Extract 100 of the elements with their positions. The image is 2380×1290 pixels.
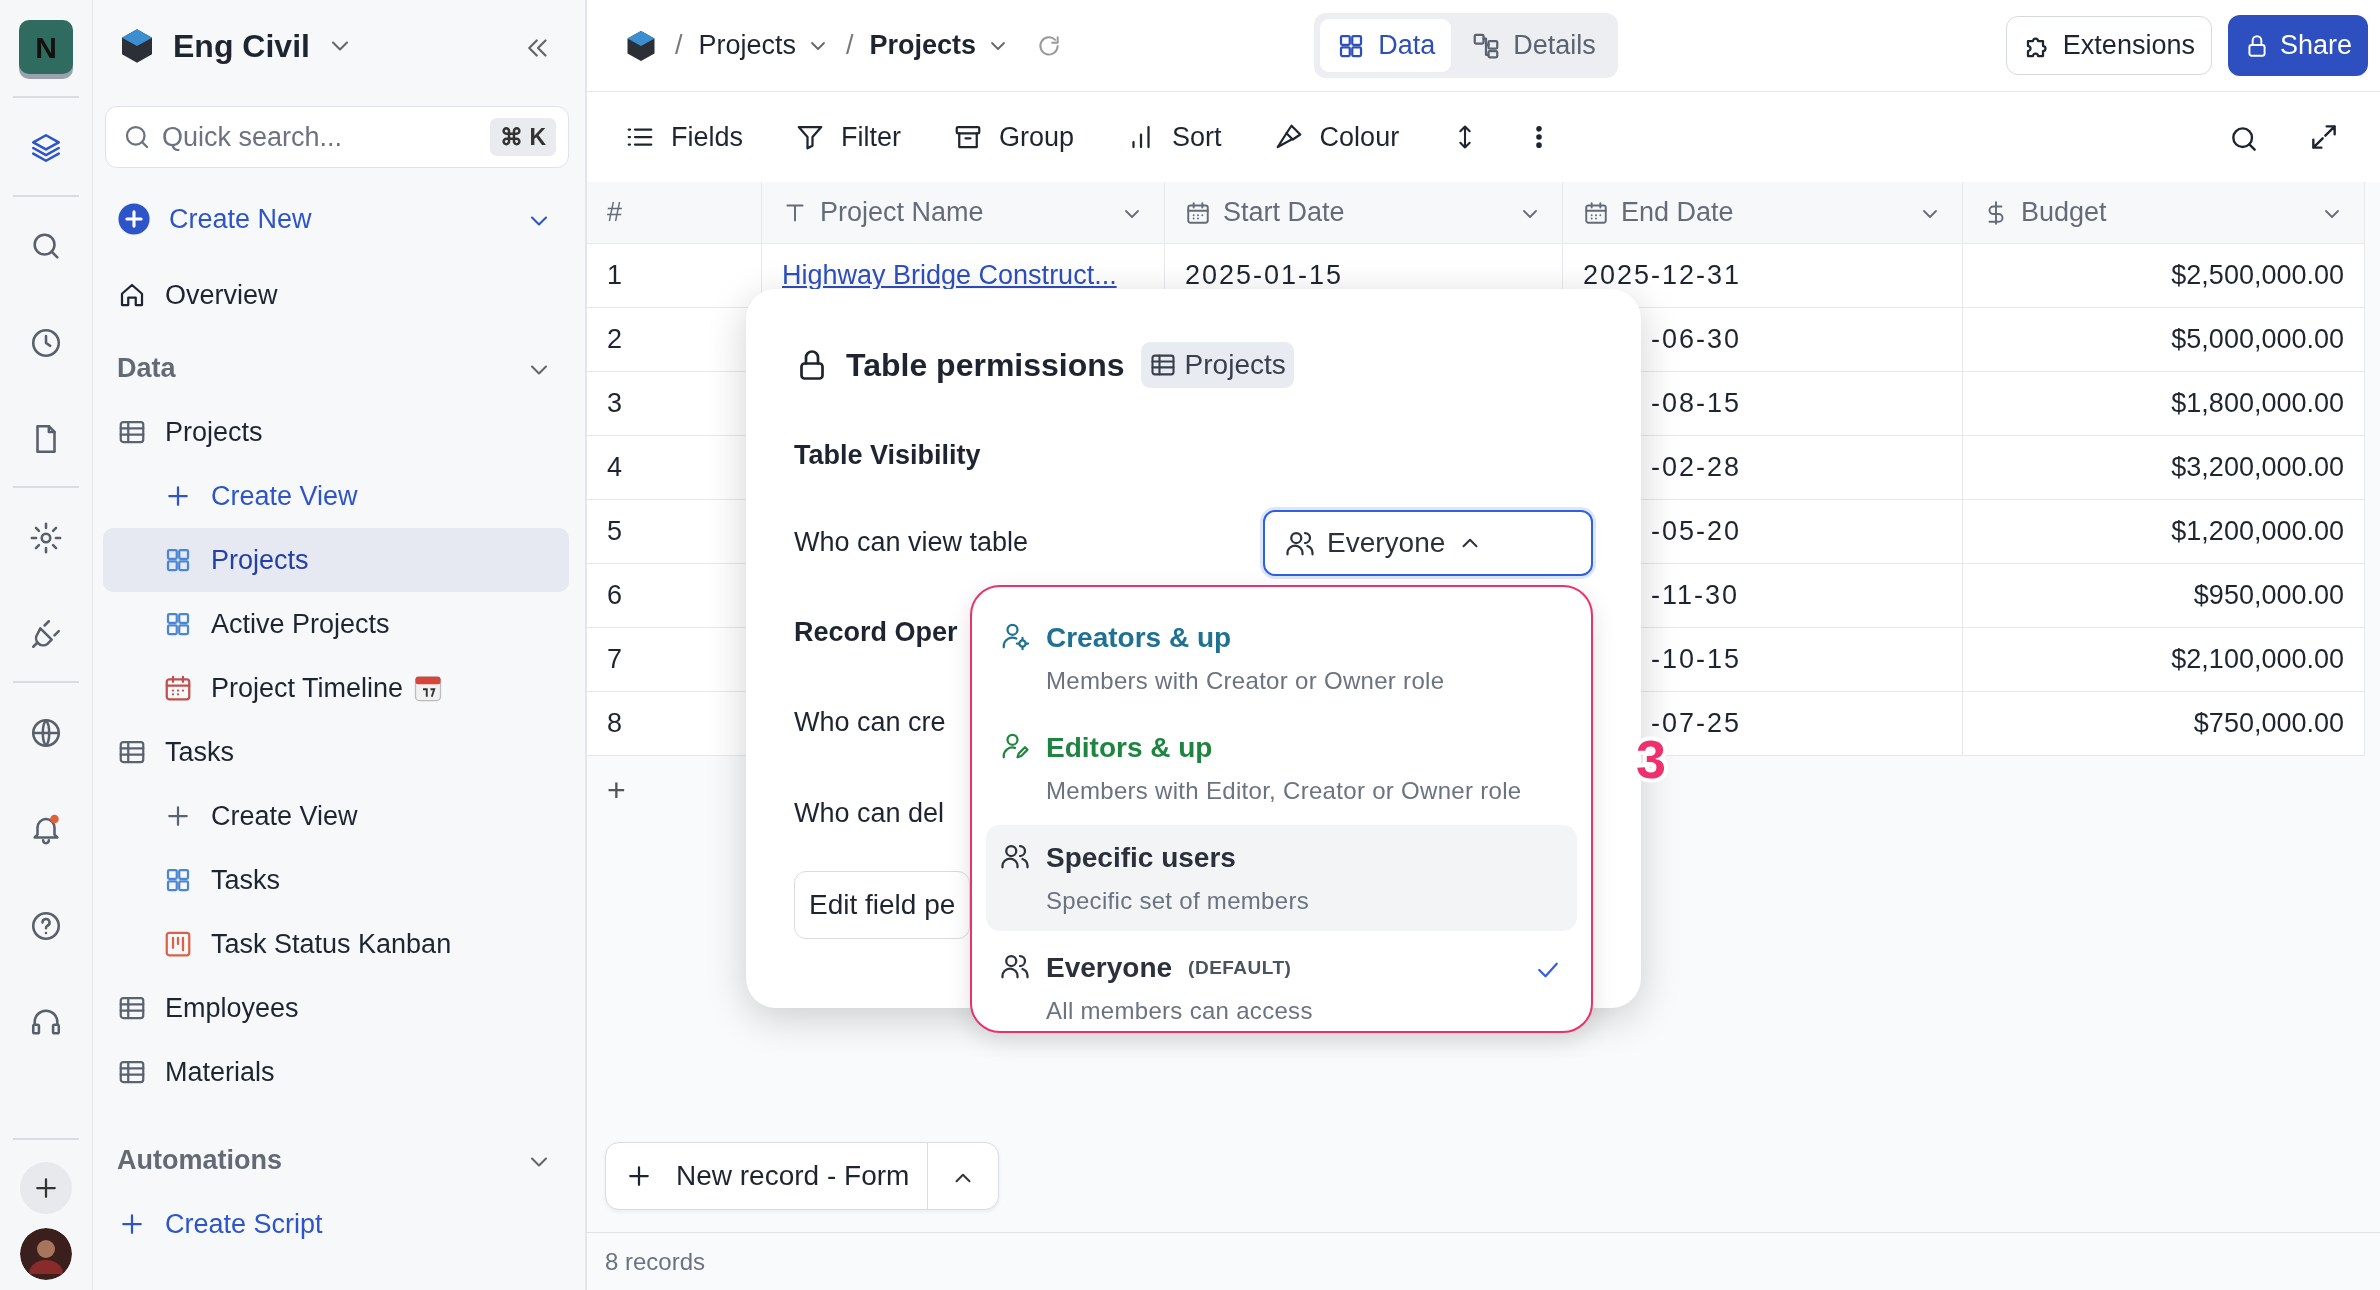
sidebar-item[interactable]: Overview	[165, 274, 278, 316]
menu-option[interactable]: Editors & up Members with Editor, Creator or Owner role	[986, 715, 1577, 821]
workspace-name[interactable]: Eng Civil	[173, 22, 310, 70]
column-header[interactable]: #	[587, 182, 762, 244]
table-cell-text: $950,000.00	[2193, 579, 2344, 613]
row-number: 2	[607, 323, 623, 357]
table-chip: Projects	[1140, 342, 1294, 388]
table-cell-text: -11-30	[1651, 579, 1740, 613]
plus-circle-icon	[117, 202, 151, 236]
user-avatar[interactable]	[20, 1228, 72, 1280]
table-cell-text: $3,200,000.00	[2171, 451, 2344, 485]
column-title: Budget	[2021, 196, 2107, 230]
sidebar-item[interactable]: Task Status Kanban	[211, 923, 452, 965]
user-gear-icon	[1000, 621, 1030, 651]
toolbar-button[interactable]: Filter	[795, 116, 902, 158]
add-row-button[interactable]: +	[587, 756, 646, 824]
search-field[interactable]: Quick search... ⌘ K	[105, 106, 569, 168]
table-cell-text: 2025-12-31	[1583, 259, 1742, 293]
sidebar-item[interactable]: Employees	[165, 987, 299, 1029]
row-number: 8	[607, 707, 623, 741]
create-link[interactable]: Create Script	[165, 1203, 323, 1245]
edit-field-permissions-button[interactable]: Edit field pe	[794, 871, 971, 939]
table-cell-text: -10-15	[1651, 643, 1742, 677]
sidebar-item[interactable]: Projects	[165, 411, 263, 453]
section-heading[interactable]: Data	[117, 347, 176, 389]
menu-option[interactable]: Everyone (DEFAULT) All members can access	[986, 935, 1577, 1041]
table-cell-text: $750,000.00	[2193, 707, 2344, 741]
add-button[interactable]	[20, 1162, 72, 1214]
column-title: Project Name	[820, 196, 984, 230]
toolbar-button[interactable]: Colour	[1273, 116, 1400, 158]
column-header[interactable]: Project Name	[762, 182, 1165, 244]
field-label: Who can del	[794, 796, 945, 830]
breadcrumb-separator: /	[846, 29, 854, 63]
visibility-select[interactable]: Everyone	[1263, 509, 1593, 576]
column-title: End Date	[1621, 196, 1734, 230]
sidebar-item[interactable]: Project Timeline	[211, 667, 404, 709]
user-edit-icon	[1000, 731, 1030, 761]
calendar-icon	[1583, 199, 1609, 226]
sidebar-item[interactable]: Projects	[103, 528, 569, 592]
menu-option[interactable]: Specific users Specific set of members	[986, 825, 1577, 931]
table-cell-text: 2025-01-15	[1185, 259, 1344, 293]
table-cell-text: $1,200,000.00	[2171, 515, 2344, 549]
row-number: 6	[607, 579, 623, 613]
view-tab[interactable]: Details	[1455, 19, 1612, 72]
table-cell-text: $2,100,000.00	[2171, 643, 2344, 677]
toolbar-button[interactable]: Group	[953, 116, 1075, 158]
table-cell-text: $2,500,000.00	[2171, 259, 2344, 293]
section-heading[interactable]: Automations	[117, 1139, 282, 1181]
row-number: 1	[607, 259, 623, 293]
option-description: Members with Creator or Owner role	[1046, 666, 1446, 696]
row-number: 5	[607, 515, 623, 549]
column-header[interactable]: End Date	[1563, 182, 1963, 244]
create-link[interactable]: Create View	[211, 795, 358, 837]
field-label: Who can view table	[794, 526, 1029, 560]
menu-option[interactable]: Creators & up Members with Creator or Owner role	[986, 605, 1577, 711]
shortcut-hint: ⌘ K	[490, 117, 556, 157]
column-header[interactable]: Start Date	[1165, 182, 1563, 244]
breadcrumb-link[interactable]: Projects	[698, 25, 797, 66]
option-title: Specific users	[1046, 841, 1236, 875]
column-title: #	[607, 196, 623, 230]
view-tab[interactable]: Data	[1320, 19, 1452, 72]
breadcrumb-separator: /	[675, 29, 683, 63]
sidebar-item[interactable]: Active Projects	[211, 603, 390, 645]
share-button[interactable]: Share	[2227, 15, 2368, 76]
toolbar-button[interactable]: Fields	[625, 116, 744, 158]
breadcrumb-link[interactable]: Projects	[869, 25, 977, 66]
kanban-icon	[163, 929, 193, 959]
sidebar-item[interactable]: Materials	[165, 1051, 275, 1093]
dialog-title: Table permissions	[846, 346, 1125, 385]
record-count: 8 records	[605, 1246, 706, 1277]
option-description: Specific set of members	[1046, 886, 1310, 916]
option-description: Members with Editor, Creator or Owner role	[1046, 776, 1523, 806]
search-placeholder: Quick search...	[162, 120, 343, 154]
table-cell-text: -08-15	[1651, 387, 1742, 421]
toolbar-button[interactable]: Sort	[1126, 116, 1222, 158]
table-cell-text: $5,000,000.00	[2171, 323, 2344, 357]
table-cell-text: -05-20	[1651, 515, 1742, 549]
field-label: Who can cre	[794, 706, 946, 739]
row-number: 3	[607, 387, 623, 421]
section-heading: Record Oper	[794, 615, 958, 649]
default-tag: (DEFAULT)	[1188, 953, 1292, 983]
create-link[interactable]: Create View	[211, 475, 358, 517]
option-title: Creators & up	[1046, 621, 1232, 655]
calendar-icon	[163, 673, 193, 703]
sidebar-item[interactable]: Tasks	[211, 859, 281, 901]
create-new-link[interactable]: Create New	[169, 198, 312, 240]
calendar-icon	[1185, 199, 1211, 226]
column-title: Start Date	[1223, 196, 1345, 230]
sidebar-item[interactable]: Tasks	[165, 731, 235, 773]
option-title: Editors & up	[1046, 731, 1213, 765]
row-number: 4	[607, 451, 623, 485]
option-description: All members can access	[1046, 996, 1314, 1026]
option-title: Everyone	[1046, 951, 1173, 985]
table-cell-text: $1,800,000.00	[2171, 387, 2344, 421]
extensions-button[interactable]: Extensions	[2005, 16, 2212, 75]
row-number: 7	[607, 643, 623, 677]
table-cell-text: -06-30	[1651, 323, 1742, 357]
section-heading: Table Visibility	[794, 439, 981, 472]
column-header[interactable]: Budget	[1963, 182, 2365, 244]
table-cell-text: -02-28	[1651, 451, 1742, 485]
